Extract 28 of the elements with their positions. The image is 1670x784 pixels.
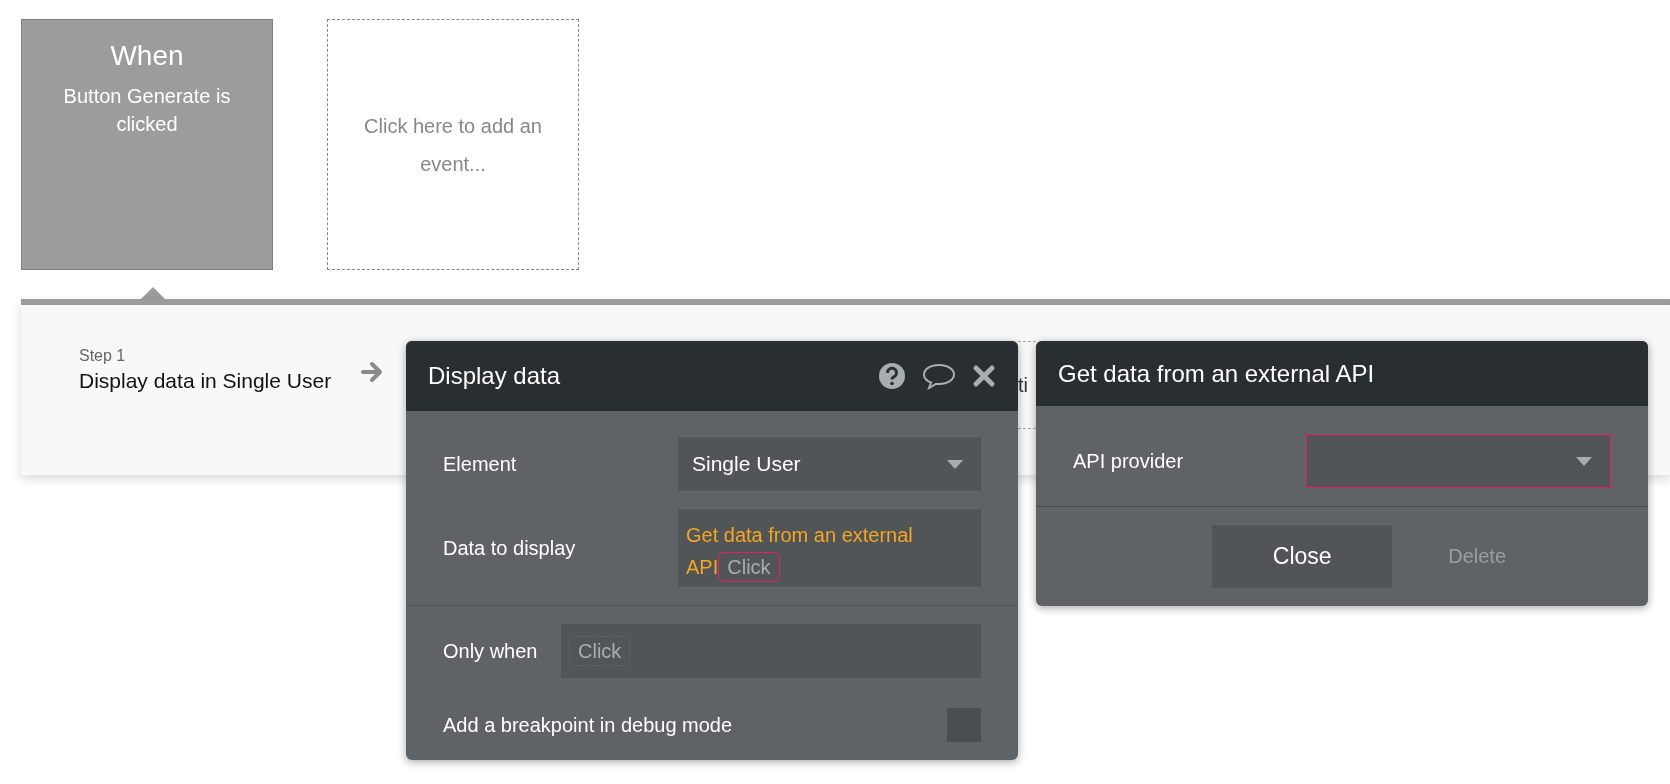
element-dropdown[interactable]: Single User [678, 437, 981, 491]
add-event-card[interactable]: Click here to add an event... [327, 19, 579, 270]
comment-icon[interactable] [922, 362, 956, 390]
trigger-description: Button Generate is clicked [62, 84, 232, 137]
caret-icon [1576, 456, 1592, 466]
field-label: Data to display [443, 536, 576, 560]
expression-text: Get data from an external [686, 523, 913, 548]
field-label: API provider [1073, 449, 1184, 473]
checkbox-label: Add a breakpoint in debug mode [443, 713, 733, 737]
step-label: Step 1 [79, 347, 127, 365]
trigger-card[interactable]: When Button Generate is clicked [21, 19, 273, 270]
field-label: Element [443, 452, 517, 476]
field-label: Only when [443, 639, 538, 663]
expression-text: API [686, 555, 719, 580]
expression-field[interactable]: Get data from an external API Click [678, 509, 981, 587]
add-action-text: ti [1018, 373, 1028, 397]
add-event-placeholder: Click here to add an event... [363, 113, 543, 177]
close-button[interactable]: Close [1212, 525, 1393, 588]
help-icon[interactable] [878, 362, 906, 390]
close-icon[interactable] [972, 364, 996, 388]
trigger-title: When [109, 40, 185, 72]
caret-icon [947, 459, 963, 469]
click-chip[interactable]: Click [569, 636, 631, 666]
step-action[interactable]: Display data in Single User [79, 369, 332, 393]
panel-title: Get data from an external API [1058, 359, 1375, 388]
panel-title: Display data [428, 362, 561, 390]
click-chip[interactable]: Click [718, 552, 780, 582]
only-when-field[interactable]: Click [561, 624, 981, 678]
